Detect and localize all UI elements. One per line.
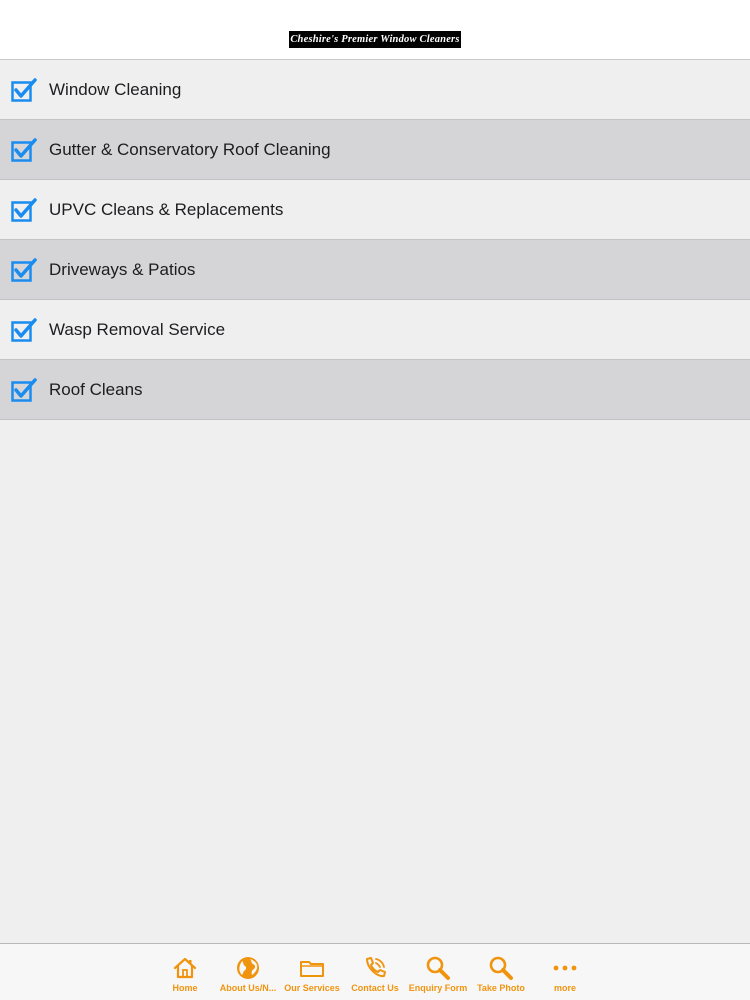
tab-our-services[interactable]: Our Services [281,944,343,1000]
home-icon [173,957,197,979]
checkbox-checked-icon[interactable] [11,138,37,162]
more-icon [553,965,577,971]
app-window: Cheshire's Premier Window Cleaners Windo… [0,0,750,1000]
checkbox-checked-icon[interactable] [11,378,37,402]
checkbox-checked-icon[interactable] [11,318,37,342]
services-list: Window Cleaning Gutter & Conservatory Ro… [0,60,750,420]
list-item-label: UPVC Cleans & Replacements [49,200,284,219]
tab-about-us[interactable]: About Us/N... [217,944,279,1000]
tab-home[interactable]: Home [154,944,216,1000]
header-bar: Cheshire's Premier Window Cleaners [0,0,750,60]
list-item-driveways-patios[interactable]: Driveways & Patios [0,240,750,300]
tab-label: Take Photo [477,983,525,993]
tab-take-photo[interactable]: Take Photo [470,944,532,1000]
tab-enquiry-form[interactable]: Enquiry Form [407,944,469,1000]
phone-icon [366,957,386,978]
list-item-wasp-removal[interactable]: Wasp Removal Service [0,300,750,360]
tab-label: About Us/N... [219,983,277,993]
bottom-tab-bar: Home About Us/N... Our Services Contact … [0,943,750,1000]
checkbox-checked-icon[interactable] [11,198,37,222]
list-item-label: Window Cleaning [49,80,182,99]
tab-more[interactable]: more [534,944,596,1000]
globe-icon [237,957,259,979]
logo-banner: Cheshire's Premier Window Cleaners [289,31,461,48]
list-item-gutter-conservatory[interactable]: Gutter & Conservatory Roof Cleaning [0,120,750,180]
folder-icon [300,961,324,977]
list-item-label: Wasp Removal Service [49,320,226,339]
list-item-window-cleaning[interactable]: Window Cleaning [0,60,750,120]
checkbox-checked-icon[interactable] [11,78,37,102]
tab-contact-us[interactable]: Contact Us [344,944,406,1000]
search-icon [489,956,513,980]
list-item-label: Gutter & Conservatory Roof Cleaning [49,140,331,159]
list-item-label: Roof Cleans [49,380,143,399]
list-item-roof-cleans[interactable]: Roof Cleans [0,360,750,420]
list-item-label: Driveways & Patios [49,260,196,279]
search-icon [426,956,450,980]
checkbox-checked-icon[interactable] [11,258,37,282]
list-item-upvc[interactable]: UPVC Cleans & Replacements [0,180,750,240]
tab-label: more [553,983,576,993]
